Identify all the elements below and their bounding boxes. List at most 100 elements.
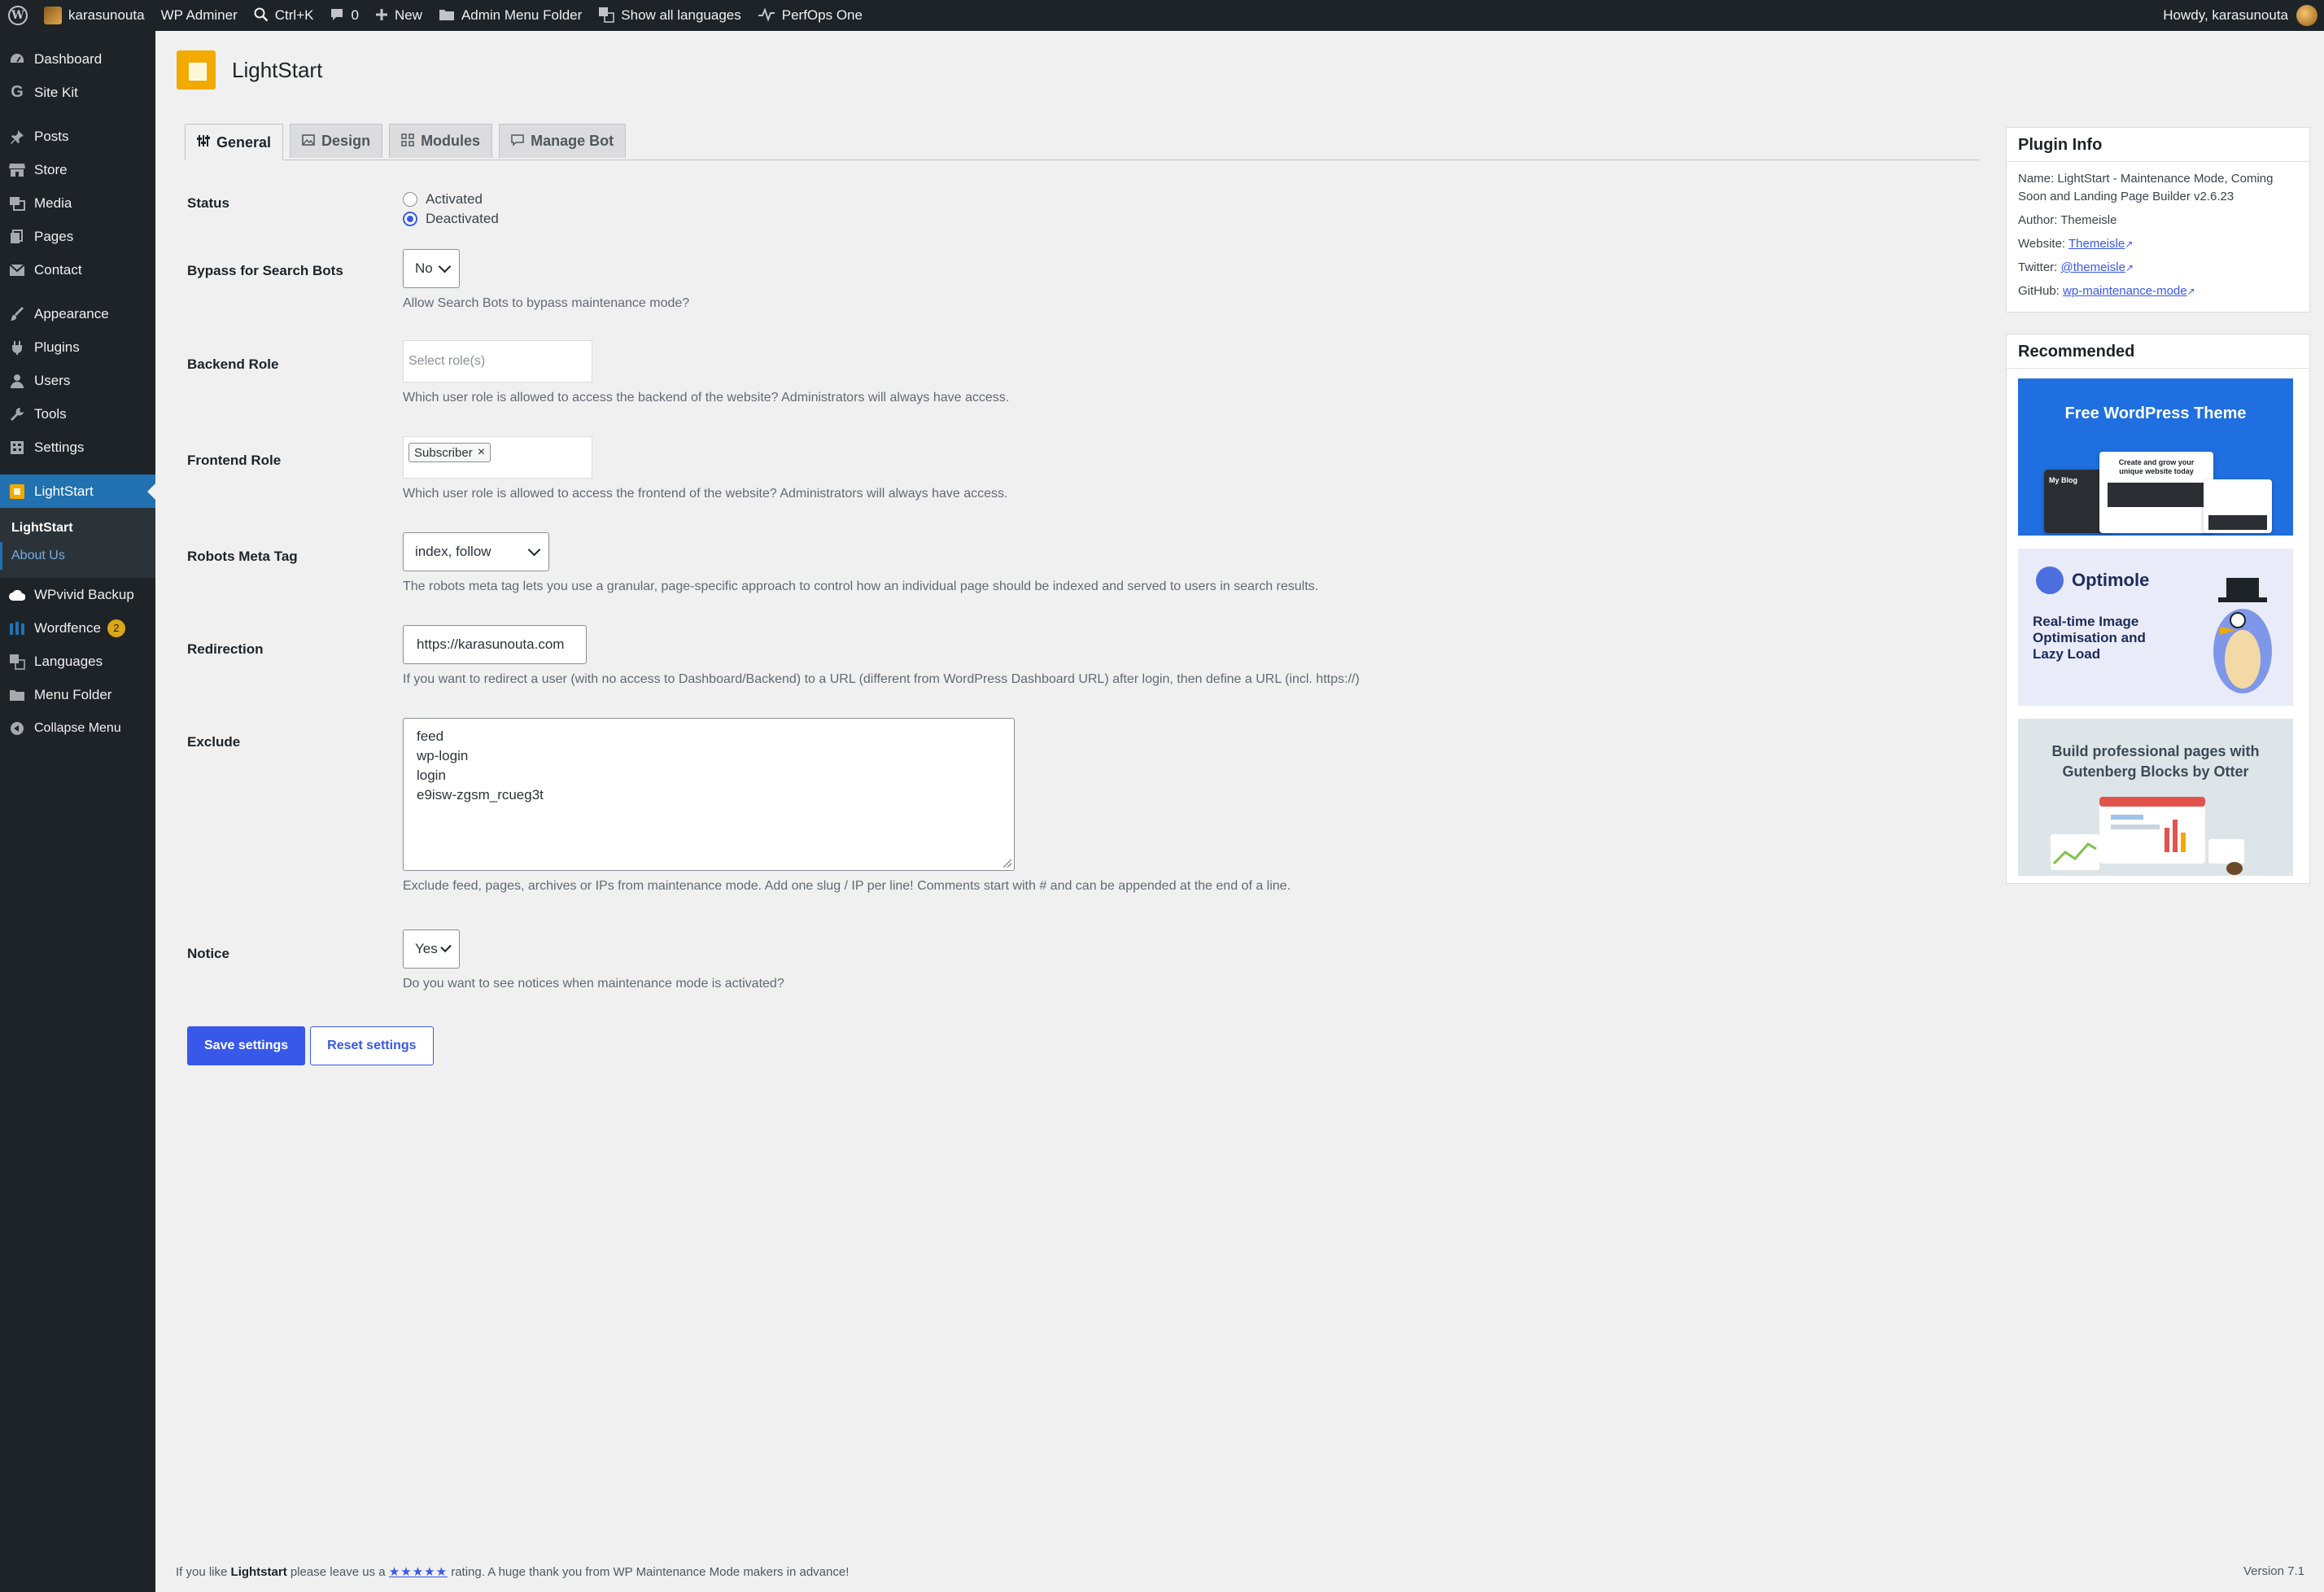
wordfence-icon	[8, 619, 26, 637]
reset-settings-button[interactable]: Reset settings	[310, 1026, 434, 1065]
robots-select[interactable]: index, follow	[403, 532, 549, 571]
status-option-deactivated[interactable]: Deactivated	[403, 209, 499, 229]
deactivated-radio[interactable]	[403, 212, 417, 226]
media-icon	[8, 195, 26, 212]
backend-role-label: Backend Role	[187, 356, 279, 372]
tab-general[interactable]: General	[185, 124, 284, 160]
rating-stars-link[interactable]: ★★★★★	[389, 1565, 448, 1579]
sidebar-item-plugins[interactable]: Plugins	[0, 330, 155, 364]
wordpress-icon: W	[8, 6, 28, 25]
sidebar-item-lightstart[interactable]: LightStart	[0, 475, 155, 508]
chevron-down-icon	[440, 941, 452, 953]
howdy-greeting: Howdy, karasunouta	[2163, 7, 2288, 23]
exclude-line: wp-login	[417, 748, 469, 763]
sliders-icon	[197, 134, 210, 151]
lightstart-submenu: LightStart About Us	[0, 508, 155, 578]
collapse-icon	[8, 719, 26, 737]
submenu-item-about-us[interactable]: About Us	[0, 542, 155, 570]
frontend-role-label: Frontend Role	[187, 453, 282, 468]
sidebar-item-media[interactable]: Media	[0, 186, 155, 220]
folder-icon	[8, 686, 26, 704]
optimole-tagline: Real-time Image Optimisation and Lazy Lo…	[2033, 614, 2146, 662]
sidebar-item-store[interactable]: Store	[0, 153, 155, 186]
sidebar-item-users[interactable]: Users	[0, 364, 155, 397]
envelope-icon	[8, 261, 26, 279]
promo-optimole[interactable]: Optimole Real-time Image Optimisation an…	[2018, 549, 2293, 706]
backend-role-placeholder: Select role(s)	[408, 354, 486, 368]
save-settings-button[interactable]: Save settings	[187, 1026, 306, 1065]
paintbrush-icon	[8, 305, 26, 323]
command-palette-button[interactable]: Ctrl+K	[246, 0, 322, 31]
website-link[interactable]: Themeisle	[2068, 237, 2125, 251]
otter-promo-title: Build professional pages with Gutenberg …	[2051, 743, 2260, 780]
sidebar-item-appearance[interactable]: Appearance	[0, 297, 155, 330]
sidebar-item-menu-folder[interactable]: Menu Folder	[0, 678, 155, 711]
pages-icon	[8, 228, 26, 246]
notice-select[interactable]: Yes	[403, 929, 460, 969]
external-link-icon: ↗	[2125, 238, 2134, 250]
notice-description: Do you want to see notices when maintena…	[403, 977, 784, 991]
promo-otter-blocks[interactable]: Build professional pages with Gutenberg …	[2018, 719, 2293, 876]
chevron-down-icon	[527, 543, 541, 557]
cloud-icon	[8, 586, 26, 604]
folder-icon	[439, 8, 455, 24]
plugin-author: Author: Themeisle	[2018, 213, 2117, 227]
promo-mock-pricing	[2204, 479, 2272, 533]
site-name-menu[interactable]: karasunouta	[36, 0, 153, 31]
wordpress-logo-menu[interactable]: W	[0, 0, 36, 31]
page-header: LightStart	[177, 50, 322, 90]
redirection-label: Redirection	[187, 641, 264, 657]
sidebar-item-posts[interactable]: Posts	[0, 120, 155, 153]
sidebar-item-site-kit[interactable]: G Site Kit	[0, 76, 155, 109]
sidebar-item-settings[interactable]: Settings	[0, 431, 155, 464]
backend-role-select[interactable]: Select role(s)	[403, 340, 592, 383]
site-icon	[44, 7, 62, 24]
version-label: Version 7.1	[2243, 1564, 2304, 1578]
bypass-label: Bypass for Search Bots	[187, 263, 343, 278]
collapse-menu-button[interactable]: Collapse Menu	[0, 711, 155, 745]
redirection-input[interactable]: https://karasunouta.com	[403, 625, 587, 664]
exclude-textarea[interactable]: feed wp-login login e9isw-zgsm_rcueg3t	[403, 718, 1015, 871]
sidebar-item-pages[interactable]: Pages	[0, 220, 155, 253]
lightstart-icon	[8, 483, 26, 501]
admin-footer: If you like Lightstart please leave us a…	[176, 1565, 850, 1579]
twitter-link[interactable]: @themeisle	[2061, 260, 2125, 274]
user-icon	[8, 372, 26, 390]
submenu-item-lightstart[interactable]: LightStart	[0, 514, 155, 542]
optimole-mascot-icon	[2213, 578, 2272, 693]
plugin-website: Website: Themeisle↗	[2018, 237, 2134, 251]
bypass-select[interactable]: No	[403, 249, 460, 288]
remove-chip-icon[interactable]: ×	[478, 445, 485, 460]
perfops-one-link[interactable]: PerfOps One	[749, 0, 871, 31]
promo-free-theme[interactable]: Free WordPress Theme My Blog Create and …	[2018, 378, 2293, 536]
sidebar-item-dashboard[interactable]: Dashboard	[0, 42, 155, 76]
settings-tabs: General Design Modules Manage Bot	[185, 124, 1979, 160]
tab-design[interactable]: Design	[290, 124, 383, 158]
account-menu[interactable]: Howdy, karasunouta	[2163, 0, 2324, 31]
sidebar-item-languages[interactable]: Languages	[0, 645, 155, 678]
wp-adminer-link[interactable]: WP Adminer	[153, 0, 246, 31]
search-icon	[254, 7, 269, 24]
show-all-languages-link[interactable]: Show all languages	[590, 0, 749, 31]
frontend-role-select[interactable]: Subscriber ×	[403, 436, 592, 479]
plugin-info-panel: Plugin Info Name: LightStart - Maintenan…	[2006, 127, 2310, 313]
activated-radio[interactable]	[403, 192, 417, 207]
tab-modules[interactable]: Modules	[389, 124, 493, 158]
new-content-menu[interactable]: New	[367, 0, 430, 31]
recommended-title: Recommended	[2007, 335, 2309, 369]
sidebar-item-contact[interactable]: Contact	[0, 253, 155, 286]
store-icon	[8, 161, 26, 179]
github-link[interactable]: wp-maintenance-mode	[2063, 284, 2187, 298]
status-option-activated[interactable]: Activated	[403, 190, 499, 209]
tab-manage-bot[interactable]: Manage Bot	[499, 124, 627, 158]
sidebar-item-wordfence[interactable]: Wordfence 2	[0, 611, 155, 645]
frontend-role-description: Which user role is allowed to access the…	[403, 487, 1008, 501]
plugin-github: GitHub: wp-maintenance-mode↗	[2018, 284, 2195, 298]
sidebar-item-wpvivid-backup[interactable]: WPvivid Backup	[0, 578, 155, 611]
google-g-icon: G	[11, 83, 24, 101]
admin-menu-folder-link[interactable]: Admin Menu Folder	[430, 0, 590, 31]
resize-handle-icon[interactable]	[1003, 859, 1011, 868]
sidebar-item-tools[interactable]: Tools	[0, 397, 155, 431]
comments-link[interactable]: 0	[321, 0, 366, 31]
wordfence-count-badge: 2	[107, 619, 125, 637]
